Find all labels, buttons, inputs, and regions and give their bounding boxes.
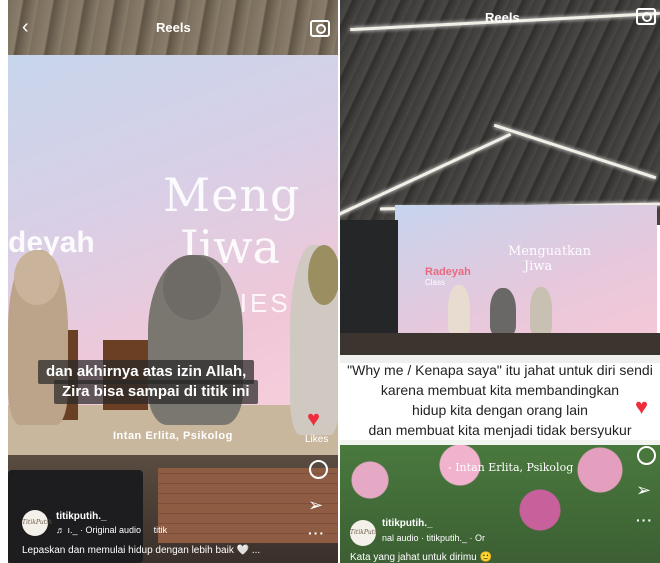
backdrop-title-line1: Menguatkan — [508, 244, 592, 259]
backdrop-brand-sub: Class — [425, 278, 446, 287]
backdrop-brand-name: Radeyah — [425, 266, 471, 278]
person-center — [490, 288, 516, 335]
comment-icon[interactable] — [309, 460, 328, 479]
person-left-head — [14, 250, 60, 305]
person-right-head — [308, 245, 338, 305]
backdrop-brand: Radeyah Class — [425, 266, 471, 287]
caption-line: Zira bisa sampai di titik ini — [54, 380, 258, 404]
speaker-credit: Intan Erlita, Psikolog — [113, 430, 233, 442]
username[interactable]: titikputih._ — [56, 511, 107, 522]
person-center-head — [163, 255, 221, 320]
backdrop-title-line2: Jiwa — [524, 259, 553, 274]
caption-line: karena membuat kita membandingkan — [380, 382, 620, 398]
reel-right[interactable]: Radeyah Class Menguatkan Jiwa "Why me / … — [340, 0, 660, 563]
person-left — [448, 285, 470, 335]
speaker-credit: - Intan Erlita, Psikolog — [448, 461, 574, 474]
caption-line: "Why me / Kenapa saya" itu jahat untuk d… — [347, 362, 653, 378]
username[interactable]: titikputih._ — [382, 518, 433, 529]
audio-track[interactable]: nal audio · titikputih._ · Or — [382, 533, 485, 543]
reel-description[interactable]: Lepaskan dan memulai hidup dengan lebih … — [22, 545, 260, 556]
audio-label: ♬ ı._ · Original audio — [56, 525, 142, 535]
send-icon[interactable]: ➢ — [308, 496, 323, 514]
backdrop-title-line1: Meng — [163, 168, 301, 222]
stage-curtain — [340, 220, 398, 335]
backdrop-title: Menguatkan Jiwa — [508, 244, 591, 274]
audio-extra: titik — [153, 525, 168, 535]
reels-title: Reels — [156, 20, 191, 35]
reels-title: Reels — [485, 10, 520, 25]
camera-icon[interactable] — [636, 8, 656, 25]
audience-crowd — [340, 440, 660, 563]
more-options-icon[interactable]: ··· — [308, 525, 325, 541]
send-icon[interactable]: ➢ — [636, 481, 651, 499]
backdrop-brand: deyah — [8, 226, 95, 259]
person-right — [530, 287, 552, 335]
likes-label: Likes — [305, 434, 329, 445]
audio-label: nal audio · titikputih._ · Or — [382, 533, 486, 543]
reel-left[interactable]: deyah Meng Jiwa RIES dan akhirnya atas i… — [8, 0, 338, 563]
comment-icon[interactable] — [637, 446, 656, 465]
heart-icon[interactable]: ♥ — [307, 408, 320, 430]
caption-line: dan membuat kita menjadi tidak bersyukur — [368, 422, 632, 438]
caption-line: hidup kita dengan orang lain — [412, 402, 588, 418]
avatar[interactable]: TitikPutih — [350, 520, 380, 546]
reel-description[interactable]: Kata yang jahat untuk dirimu 🙂 — [350, 552, 492, 563]
back-arrow-icon[interactable]: ‹ — [22, 16, 29, 39]
camera-icon[interactable] — [310, 20, 330, 37]
avatar[interactable]: TitikPutih — [22, 510, 52, 536]
more-options-icon[interactable]: ··· — [636, 512, 653, 528]
audio-track[interactable]: ♬ ı._ · Original audio titik — [56, 525, 167, 535]
heart-icon[interactable]: ♥ — [635, 396, 648, 418]
